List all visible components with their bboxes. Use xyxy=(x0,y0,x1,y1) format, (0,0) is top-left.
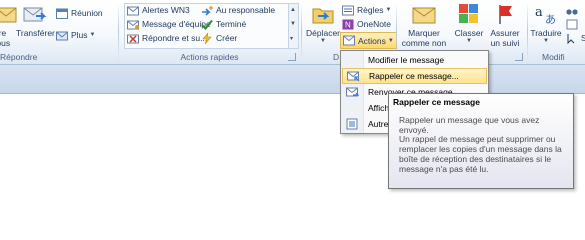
quick-step-responsable-label: Au responsable xyxy=(216,5,276,15)
menu-item-recall-message[interactable]: Rappeler ce message... xyxy=(342,68,487,84)
menu-item-label: Rappeler ce message... xyxy=(369,71,459,81)
quick-step-repondre[interactable]: Répondre et su... xyxy=(127,31,207,45)
quick-step-repondre-label: Répondre et su... xyxy=(142,33,208,43)
group-label-actions-rapides: Actions rapides xyxy=(180,52,239,62)
related-icon xyxy=(566,19,578,30)
quick-step-termine-label: Terminé xyxy=(216,19,247,29)
lightning-icon xyxy=(201,32,213,44)
quick-step-equipe[interactable]: Message d'équipe xyxy=(127,17,211,31)
dialog-launcher-icon[interactable] xyxy=(288,53,296,61)
categorize-button[interactable]: Classer ▼ xyxy=(453,2,485,44)
actions-icon xyxy=(343,35,355,46)
onenote-icon: N xyxy=(342,19,354,30)
meeting-icon xyxy=(56,8,68,19)
recall-icon xyxy=(347,70,360,82)
translate-label: Traduire xyxy=(530,28,562,38)
chevron-down-icon: ▼ xyxy=(543,38,549,44)
chevron-down-icon: ▼ xyxy=(387,37,394,44)
group-label-modification: Modifi xyxy=(542,52,565,62)
select-label: S xyxy=(581,33,585,43)
ribbon: dre tous Transférer Réunion Plus ▼ Répon… xyxy=(0,0,585,65)
forward-button[interactable]: Transférer xyxy=(16,2,55,38)
quick-step-alert-icon xyxy=(127,5,139,16)
more-respond-label: Plus xyxy=(71,30,88,40)
resend-icon xyxy=(346,86,360,98)
svg-text:a: a xyxy=(535,5,543,20)
meeting-button[interactable]: Réunion xyxy=(56,6,103,20)
checkmark-icon xyxy=(201,19,213,30)
group-label-repondre: Répondre xyxy=(0,52,38,62)
group-modification: aあ Traduire ▼ S Modifi xyxy=(528,0,585,64)
select-button[interactable]: S xyxy=(566,31,585,45)
gallery-more-icon[interactable]: ▾ xyxy=(290,35,293,42)
forward-label: Transférer xyxy=(16,28,55,38)
more-respond-button[interactable]: Plus ▼ xyxy=(56,28,96,42)
chevron-down-icon: ▼ xyxy=(89,32,96,38)
gallery-scrollbar[interactable]: ▲ ▼ ▾ xyxy=(288,3,299,49)
rules-icon xyxy=(342,5,354,16)
menu-item-label: Modifier le message xyxy=(368,55,445,65)
recall-tooltip: Rappeler ce message Rappeler un message … xyxy=(388,93,574,189)
chevron-down-icon: ▼ xyxy=(385,7,392,13)
chevron-down-icon: ▼ xyxy=(320,38,326,44)
binoculars-icon xyxy=(566,5,578,16)
move-label: Déplacer xyxy=(305,28,341,38)
menu-item-label: Autre xyxy=(368,119,389,129)
quick-step-alertes[interactable]: Alertes WN3 xyxy=(127,3,190,17)
select-icon xyxy=(566,33,578,44)
quick-step-creer-label: Créer xyxy=(216,33,238,43)
categorize-icon xyxy=(456,2,482,26)
rules-label: Règles xyxy=(357,5,384,15)
quick-step-creer[interactable]: Créer xyxy=(201,31,237,45)
tooltip-title: Rappeler ce message xyxy=(393,97,480,107)
dialog-launcher-icon[interactable] xyxy=(515,53,523,61)
svg-text:あ: あ xyxy=(545,13,556,26)
group-actions-rapides: Alertes WN3 Message d'équipe Répondre et… xyxy=(119,0,300,64)
tooltip-body: Un rappel de message peut supprimer ou r… xyxy=(399,134,562,174)
team-email-icon xyxy=(127,19,139,30)
rules-button[interactable]: Règles ▼ xyxy=(342,3,391,17)
flag-icon xyxy=(492,2,518,26)
gallery-up-icon[interactable]: ▲ xyxy=(290,7,296,13)
related-button[interactable] xyxy=(566,17,581,31)
menu-item-edit-message[interactable]: Modifier le message xyxy=(342,52,487,68)
onenote-label: OneNote xyxy=(357,19,392,29)
categorize-label: Classer xyxy=(454,28,484,38)
actions-button[interactable]: Actions ▼ xyxy=(340,32,397,49)
gallery-down-icon[interactable]: ▼ xyxy=(290,21,296,27)
follow-up-label: Assurer un suivi xyxy=(490,28,520,48)
other-actions-icon xyxy=(346,118,359,130)
menu-item-label: Affich xyxy=(368,103,390,113)
more-respond-icon xyxy=(56,30,68,41)
move-folder-icon xyxy=(310,2,336,26)
forward-icon xyxy=(22,2,48,26)
find-button[interactable] xyxy=(566,3,581,17)
svg-text:N: N xyxy=(345,20,351,29)
onenote-button[interactable]: N OneNote xyxy=(342,17,391,31)
quick-step-alertes-label: Alertes WN3 xyxy=(142,5,190,15)
message-header-band xyxy=(0,65,585,94)
translate-icon: aあ xyxy=(533,2,559,26)
follow-up-button[interactable]: Assurer un suivi xyxy=(487,2,523,48)
tooltip-description: Rappeler un message que vous avez envoyé… xyxy=(399,115,540,135)
to-manager-icon xyxy=(201,5,213,16)
group-repondre: dre tous Transférer Réunion Plus ▼ Répon… xyxy=(0,0,118,64)
translate-button[interactable]: aあ Traduire ▼ xyxy=(529,2,563,44)
actions-label: Actions xyxy=(358,35,386,46)
move-button[interactable]: Déplacer ▼ xyxy=(304,2,342,44)
reply-delete-icon xyxy=(127,33,139,44)
chevron-down-icon: ▼ xyxy=(466,38,472,44)
meeting-label: Réunion xyxy=(71,8,103,18)
quick-step-termine[interactable]: Terminé xyxy=(201,17,246,31)
mark-unread-icon xyxy=(411,2,437,26)
quick-step-responsable[interactable]: Au responsable xyxy=(201,3,275,17)
